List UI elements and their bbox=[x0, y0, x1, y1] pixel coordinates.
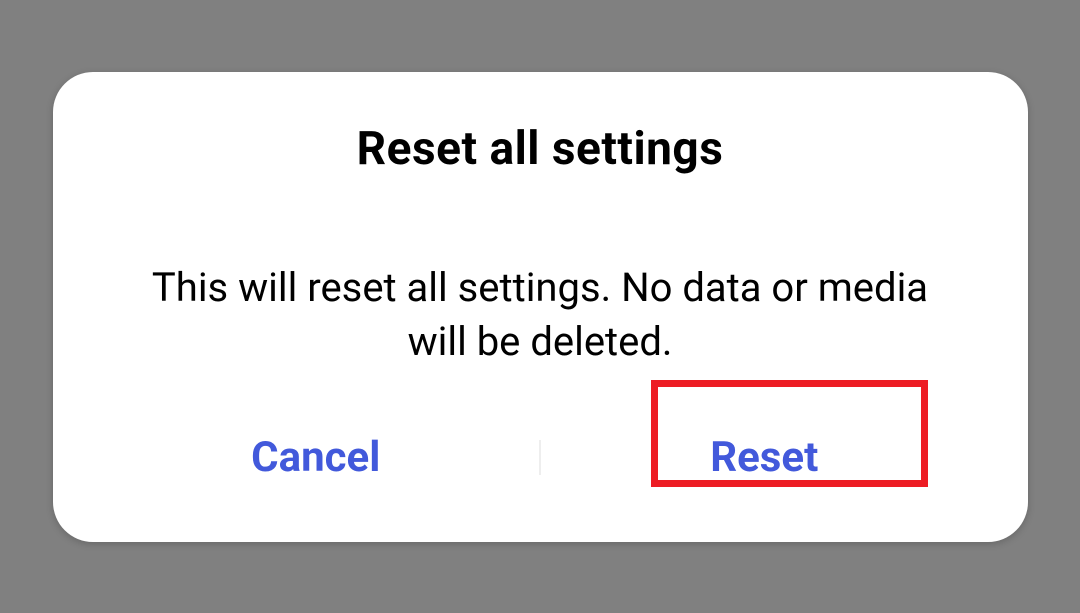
dialog-button-row: Cancel Reset bbox=[93, 383, 988, 502]
cancel-button-wrapper: Cancel bbox=[93, 413, 540, 502]
cancel-button[interactable]: Cancel bbox=[201, 413, 430, 502]
reset-button-wrapper: Reset bbox=[541, 413, 988, 502]
dialog-message: This will reset all settings. No data or… bbox=[93, 261, 988, 369]
dialog-title: Reset all settings bbox=[93, 122, 988, 176]
reset-settings-dialog: Reset all settings This will reset all s… bbox=[53, 72, 1028, 542]
reset-button[interactable]: Reset bbox=[660, 413, 868, 502]
